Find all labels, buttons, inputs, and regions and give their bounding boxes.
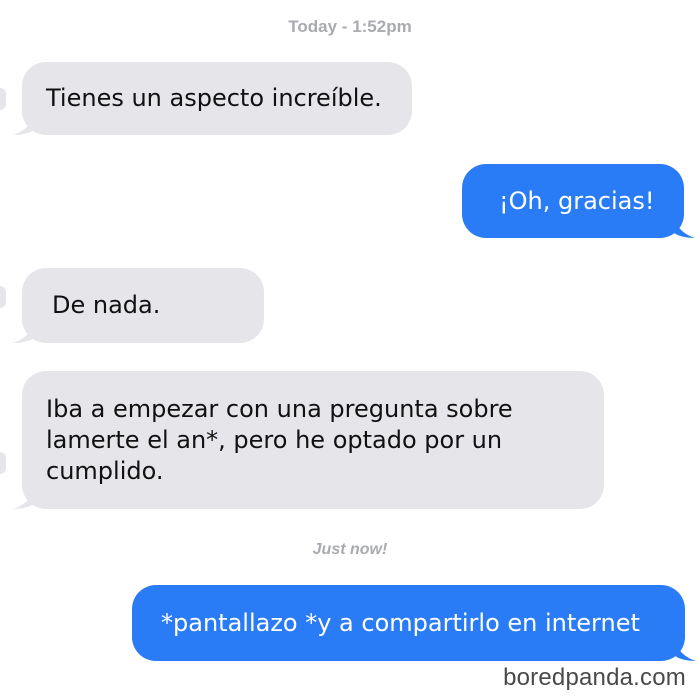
bubble-tail-icon <box>13 323 35 343</box>
message-text: De nada. <box>52 291 161 319</box>
bubble-tail-icon <box>673 218 695 238</box>
edge-mark <box>0 88 6 110</box>
timestamp-top: Today - 1:52pm <box>288 17 412 36</box>
message-text: ¡Oh, gracias! <box>499 186 655 215</box>
bubble-tail-icon <box>13 115 35 135</box>
message-bubble-received[interactable]: De nada. <box>13 268 264 343</box>
bubble-tail-icon <box>674 641 696 661</box>
bubble-tail-icon <box>13 489 35 509</box>
message-text: Tienes un aspecto increíble. <box>46 84 382 112</box>
message-text: Iba a empezar con una pregunta sobre lam… <box>46 394 513 485</box>
message-bubble-received[interactable]: Tienes un aspecto increíble. <box>13 62 412 135</box>
message-text: *pantallazo *y a compartirlo en internet <box>161 608 640 637</box>
message-bubble-received[interactable]: Iba a empezar con una pregunta sobre lam… <box>13 371 604 509</box>
message-bubble-sent[interactable]: *pantallazo *y a compartirlo en internet <box>132 585 696 661</box>
edge-mark <box>0 452 6 474</box>
watermark: boredpanda.com <box>503 664 686 691</box>
edge-mark <box>0 286 6 308</box>
timestamp-bottom: Just now! <box>312 541 388 558</box>
message-bubble-sent[interactable]: ¡Oh, gracias! <box>462 164 695 238</box>
